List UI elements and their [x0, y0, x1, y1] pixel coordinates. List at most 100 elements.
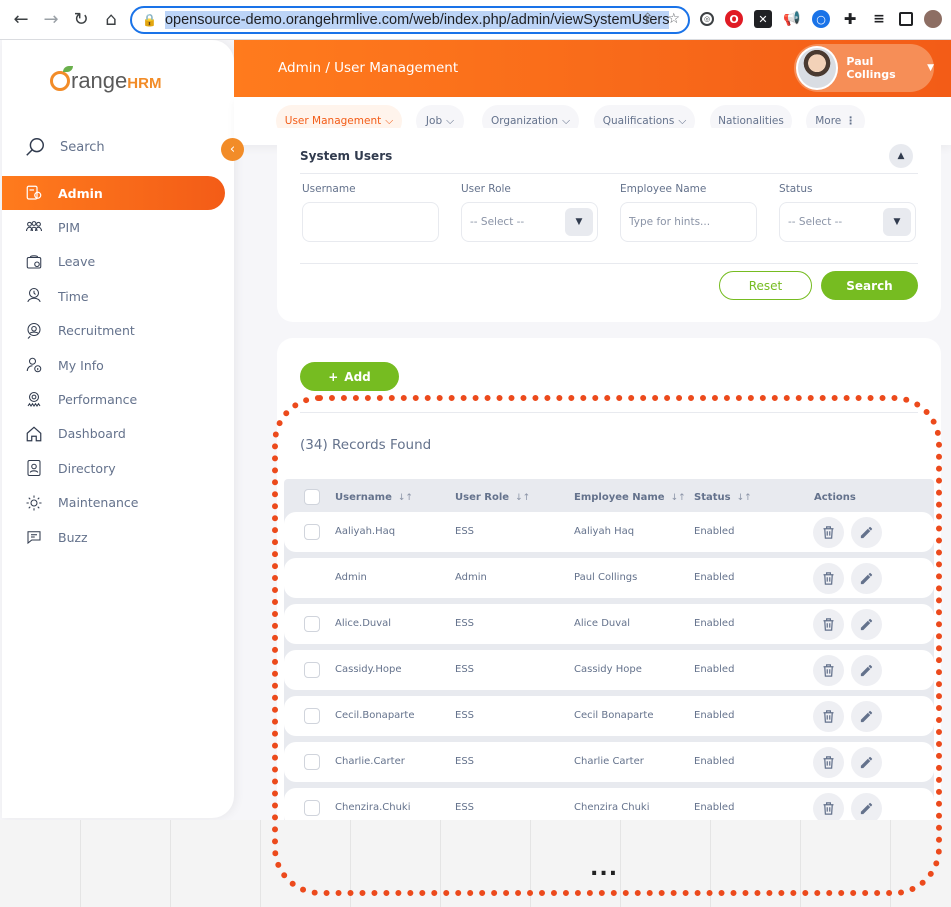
cell-user-role: ESS [455, 526, 475, 537]
table-row[interactable]: Admin Admin Paul Collings Enabled [284, 558, 934, 598]
row-checkbox[interactable] [304, 800, 320, 816]
sidebar-item-buzz[interactable]: Buzz [2, 520, 234, 554]
bookmark-star-icon[interactable]: ☆ [667, 11, 680, 27]
address-bar[interactable]: 🔒 opensource-demo.orangehrmlive.com/web/… [130, 6, 690, 34]
pencil-icon[interactable] [851, 747, 882, 778]
reload-icon[interactable]: ↻ [66, 5, 96, 35]
chevron-down-icon: ⌵ [385, 114, 394, 127]
extension-spy-icon[interactable]: ✕ [754, 10, 772, 28]
sidebar-item-performance[interactable]: Performance [2, 382, 234, 416]
dashboard-icon [24, 424, 44, 444]
directory-icon [24, 458, 44, 478]
cell-status: Enabled [694, 756, 735, 767]
logo-suffix: HRM [127, 75, 162, 92]
chevron-down-icon: ⌵ [562, 114, 571, 127]
sidebar-collapse-chevron-icon[interactable]: ‹ [221, 138, 244, 161]
search-button[interactable]: Search [821, 271, 918, 300]
add-label: Add [344, 369, 371, 384]
pencil-icon[interactable] [851, 517, 882, 548]
cell-username: Alice.Duval [335, 618, 392, 629]
sidebar-item-admin[interactable]: Admin [2, 176, 225, 211]
collapse-caret-up-icon[interactable]: ▲ [889, 144, 913, 168]
sidebar-item-leave[interactable]: Leave [2, 245, 234, 279]
url-text[interactable]: opensource-demo.orangehrmlive.com/web/in… [164, 11, 670, 29]
column-header-status[interactable]: Status ↓↑ [694, 492, 752, 503]
user-name: Paul Collings [846, 55, 896, 81]
lock-icon: 🔒 [142, 13, 157, 27]
avatar [796, 46, 839, 90]
pencil-icon[interactable] [851, 655, 882, 686]
kebab-menu-icon: ⋮ [845, 115, 856, 127]
row-checkbox[interactable] [304, 524, 320, 540]
pencil-icon[interactable] [851, 609, 882, 640]
cell-employee-name: Cassidy Hope [574, 664, 642, 675]
share-icon[interactable]: ⇪ [642, 11, 654, 27]
table-row[interactable]: Cecil.Bonaparte ESS Cecil Bonaparte Enab… [284, 696, 934, 736]
sidebar-item-my-info[interactable]: My Info [2, 348, 234, 382]
chevron-down-icon: ⌵ [678, 114, 687, 127]
breadcrumb: Admin / User Management [278, 60, 459, 76]
table-row[interactable]: Charlie.Carter ESS Charlie Carter Enable… [284, 742, 934, 782]
time-icon [24, 286, 44, 306]
playlist-icon[interactable]: ≡ [870, 10, 888, 28]
opera-icon[interactable]: O [725, 10, 743, 28]
select-all-checkbox[interactable] [304, 489, 320, 505]
home-icon[interactable]: ⌂ [96, 5, 126, 35]
sidebar-item-label: Performance [58, 392, 138, 408]
status-select[interactable]: -- Select -- ▼ [779, 202, 916, 242]
browser-toolbar: ← → ↻ ⌂ 🔒 opensource-demo.orangehrmlive.… [0, 0, 951, 40]
row-checkbox[interactable] [304, 754, 320, 770]
circle-extension-icon[interactable]: ○ [812, 10, 830, 28]
divider [300, 263, 918, 264]
megaphone-icon[interactable]: 📢 [783, 10, 801, 28]
trash-icon[interactable] [813, 701, 844, 732]
add-user-button[interactable]: + Add [300, 362, 399, 391]
back-arrow-icon[interactable]: ← [6, 5, 36, 35]
sidebar-search[interactable]: Search [24, 136, 105, 158]
tab-label: Organization [490, 115, 559, 127]
sidebar-item-label: PIM [58, 220, 81, 236]
trash-icon[interactable] [813, 609, 844, 640]
trash-icon[interactable] [813, 655, 844, 686]
sidebar-item-pim[interactable]: PIM [2, 210, 234, 244]
table-row[interactable]: Alice.Duval ESS Alice Duval Enabled [284, 604, 934, 644]
sidebar-item-directory[interactable]: Directory [2, 451, 234, 485]
extension-gauge-icon[interactable]: ◎ [700, 12, 714, 26]
table-row[interactable]: Chenzira.Chuki ESS Chenzira Chuki Enable… [284, 788, 934, 820]
username-input[interactable] [302, 202, 439, 242]
cell-username: Cassidy.Hope [335, 664, 402, 675]
user-dropdown[interactable]: Paul Collings ▼ [794, 44, 934, 92]
cell-username: Chenzira.Chuki [335, 802, 411, 813]
trash-icon[interactable] [813, 563, 844, 594]
trash-icon[interactable] [813, 793, 844, 820]
pencil-icon[interactable] [851, 793, 882, 820]
sidebar-item-time[interactable]: Time [2, 279, 234, 313]
row-checkbox[interactable] [304, 662, 320, 678]
forward-arrow-icon[interactable]: → [36, 5, 66, 35]
table-row[interactable]: Aaliyah.Haq ESS Aaliyah Haq Enabled [284, 512, 934, 552]
sidebar-item-recruitment[interactable]: Recruitment [2, 314, 234, 348]
column-header-employee-name[interactable]: Employee Name ↓↑ [574, 492, 686, 503]
employee-name-input[interactable]: Type for hints... [620, 202, 757, 242]
puzzle-icon[interactable]: ✚ [841, 10, 859, 28]
sidebar-item-maintenance[interactable]: Maintenance [2, 486, 234, 520]
divider [300, 173, 918, 174]
profile-avatar-icon[interactable] [924, 10, 942, 28]
pencil-icon[interactable] [851, 563, 882, 594]
status-value: -- Select -- [788, 216, 843, 228]
cell-user-role: ESS [455, 756, 475, 767]
sidebar-item-dashboard[interactable]: Dashboard [2, 417, 234, 451]
row-checkbox[interactable] [304, 708, 320, 724]
trash-icon[interactable] [813, 747, 844, 778]
cell-username: Charlie.Carter [335, 756, 405, 767]
reset-button[interactable]: Reset [719, 271, 812, 300]
row-checkbox[interactable] [304, 616, 320, 632]
side-panel-icon[interactable] [899, 12, 913, 26]
column-header-username[interactable]: Username ↓↑ [335, 492, 413, 503]
trash-icon[interactable] [813, 517, 844, 548]
column-header-user-role[interactable]: User Role ↓↑ [455, 492, 530, 503]
pencil-icon[interactable] [851, 701, 882, 732]
orangehrm-logo[interactable]: range HRM [50, 66, 162, 94]
user-role-select[interactable]: -- Select -- ▼ [461, 202, 598, 242]
table-row[interactable]: Cassidy.Hope ESS Cassidy Hope Enabled [284, 650, 934, 690]
